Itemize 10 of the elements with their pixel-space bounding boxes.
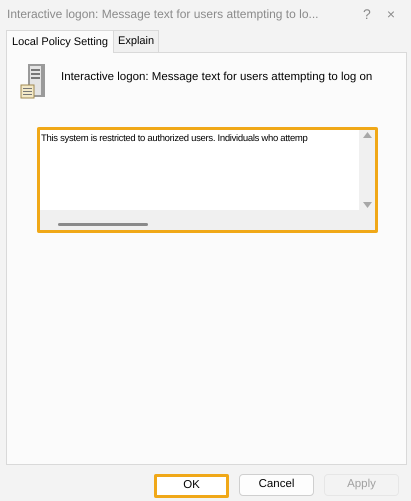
policy-label: Interactive logon: Message text for users attempting to log on	[61, 70, 372, 85]
window-title: Interactive logon: Message text for users attempting to lo...	[7, 6, 320, 23]
scroll-up-icon[interactable]	[362, 132, 372, 138]
dialog-button[interactable]: Cancel	[239, 474, 314, 496]
tab[interactable]: Explain	[113, 30, 160, 52]
dialog-button[interactable]: OK	[154, 474, 229, 498]
scrollbar-thumb[interactable]	[58, 223, 148, 226]
message-text-field[interactable]: This system is restricted to authorized users. Individuals who attemp	[37, 127, 378, 233]
scroll-down-icon[interactable]	[362, 202, 372, 208]
tab[interactable]: Local Policy Setting	[6, 30, 114, 53]
